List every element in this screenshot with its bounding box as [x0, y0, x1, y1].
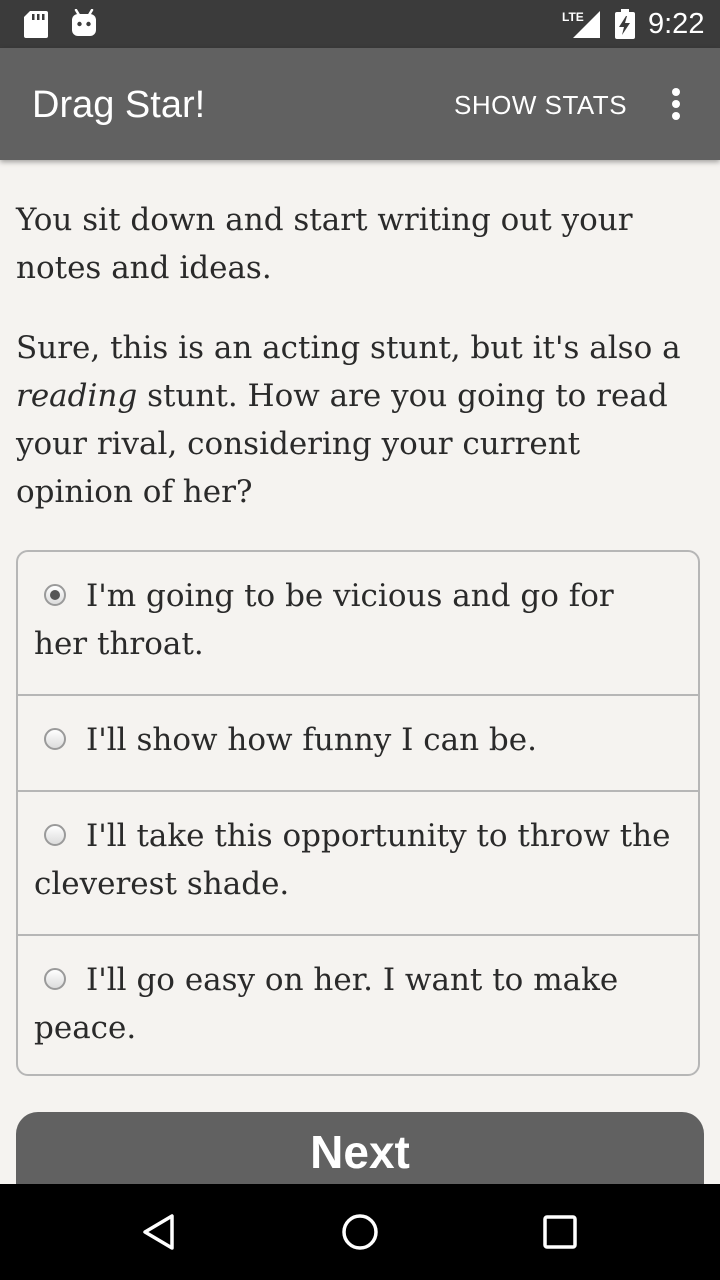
more-vert-icon[interactable]	[654, 82, 698, 126]
choice-option[interactable]: I'll take this opportunity to throw the …	[18, 792, 698, 936]
story-paragraph: Sure, this is an acting stunt, but it's …	[16, 324, 706, 516]
story-content: You sit down and start writing out your …	[0, 160, 720, 1184]
home-icon[interactable]	[340, 1212, 380, 1256]
next-button[interactable]: Next	[16, 1112, 704, 1184]
status-bar: LTE 9:22	[0, 0, 720, 48]
story-paragraph: You sit down and start writing out your …	[16, 202, 633, 286]
lte-signal-icon: LTE	[562, 9, 602, 43]
app-bar: Drag Star! SHOW STATS	[0, 48, 720, 160]
recents-icon[interactable]	[540, 1212, 580, 1256]
sd-card-icon	[24, 11, 48, 42]
choice-option[interactable]: I'll show how funny I can be.	[18, 696, 698, 792]
choice-option[interactable]: I'll go easy on her. I want to make peac…	[18, 936, 698, 1074]
screen: LTE 9:22 Drag Star! SHOW STATS You sit d…	[0, 0, 720, 1280]
svg-text:LTE: LTE	[562, 10, 584, 24]
android-icon	[70, 8, 98, 41]
choice-list: I'm going to be vicious and go for her t…	[16, 550, 700, 1076]
app-title: Drag Star!	[32, 84, 206, 126]
navigation-bar	[0, 1184, 720, 1280]
choice-label: I'll go easy on her. I want to make peac…	[34, 962, 619, 1046]
clock-time: 9:22	[648, 8, 705, 40]
choice-label: I'll show how funny I can be.	[86, 722, 537, 758]
choice-option[interactable]: I'm going to be vicious and go for her t…	[18, 552, 698, 696]
choice-label: I'm going to be vicious and go for her t…	[34, 578, 614, 662]
battery-charging-icon	[614, 9, 636, 43]
story-text: Sure, this is an acting stunt, but it's …	[16, 330, 681, 366]
story-emphasis: reading	[16, 378, 138, 414]
choice-label: I'll take this opportunity to throw the …	[34, 818, 671, 902]
back-icon[interactable]	[140, 1212, 180, 1256]
show-stats-button[interactable]: SHOW STATS	[440, 81, 641, 129]
